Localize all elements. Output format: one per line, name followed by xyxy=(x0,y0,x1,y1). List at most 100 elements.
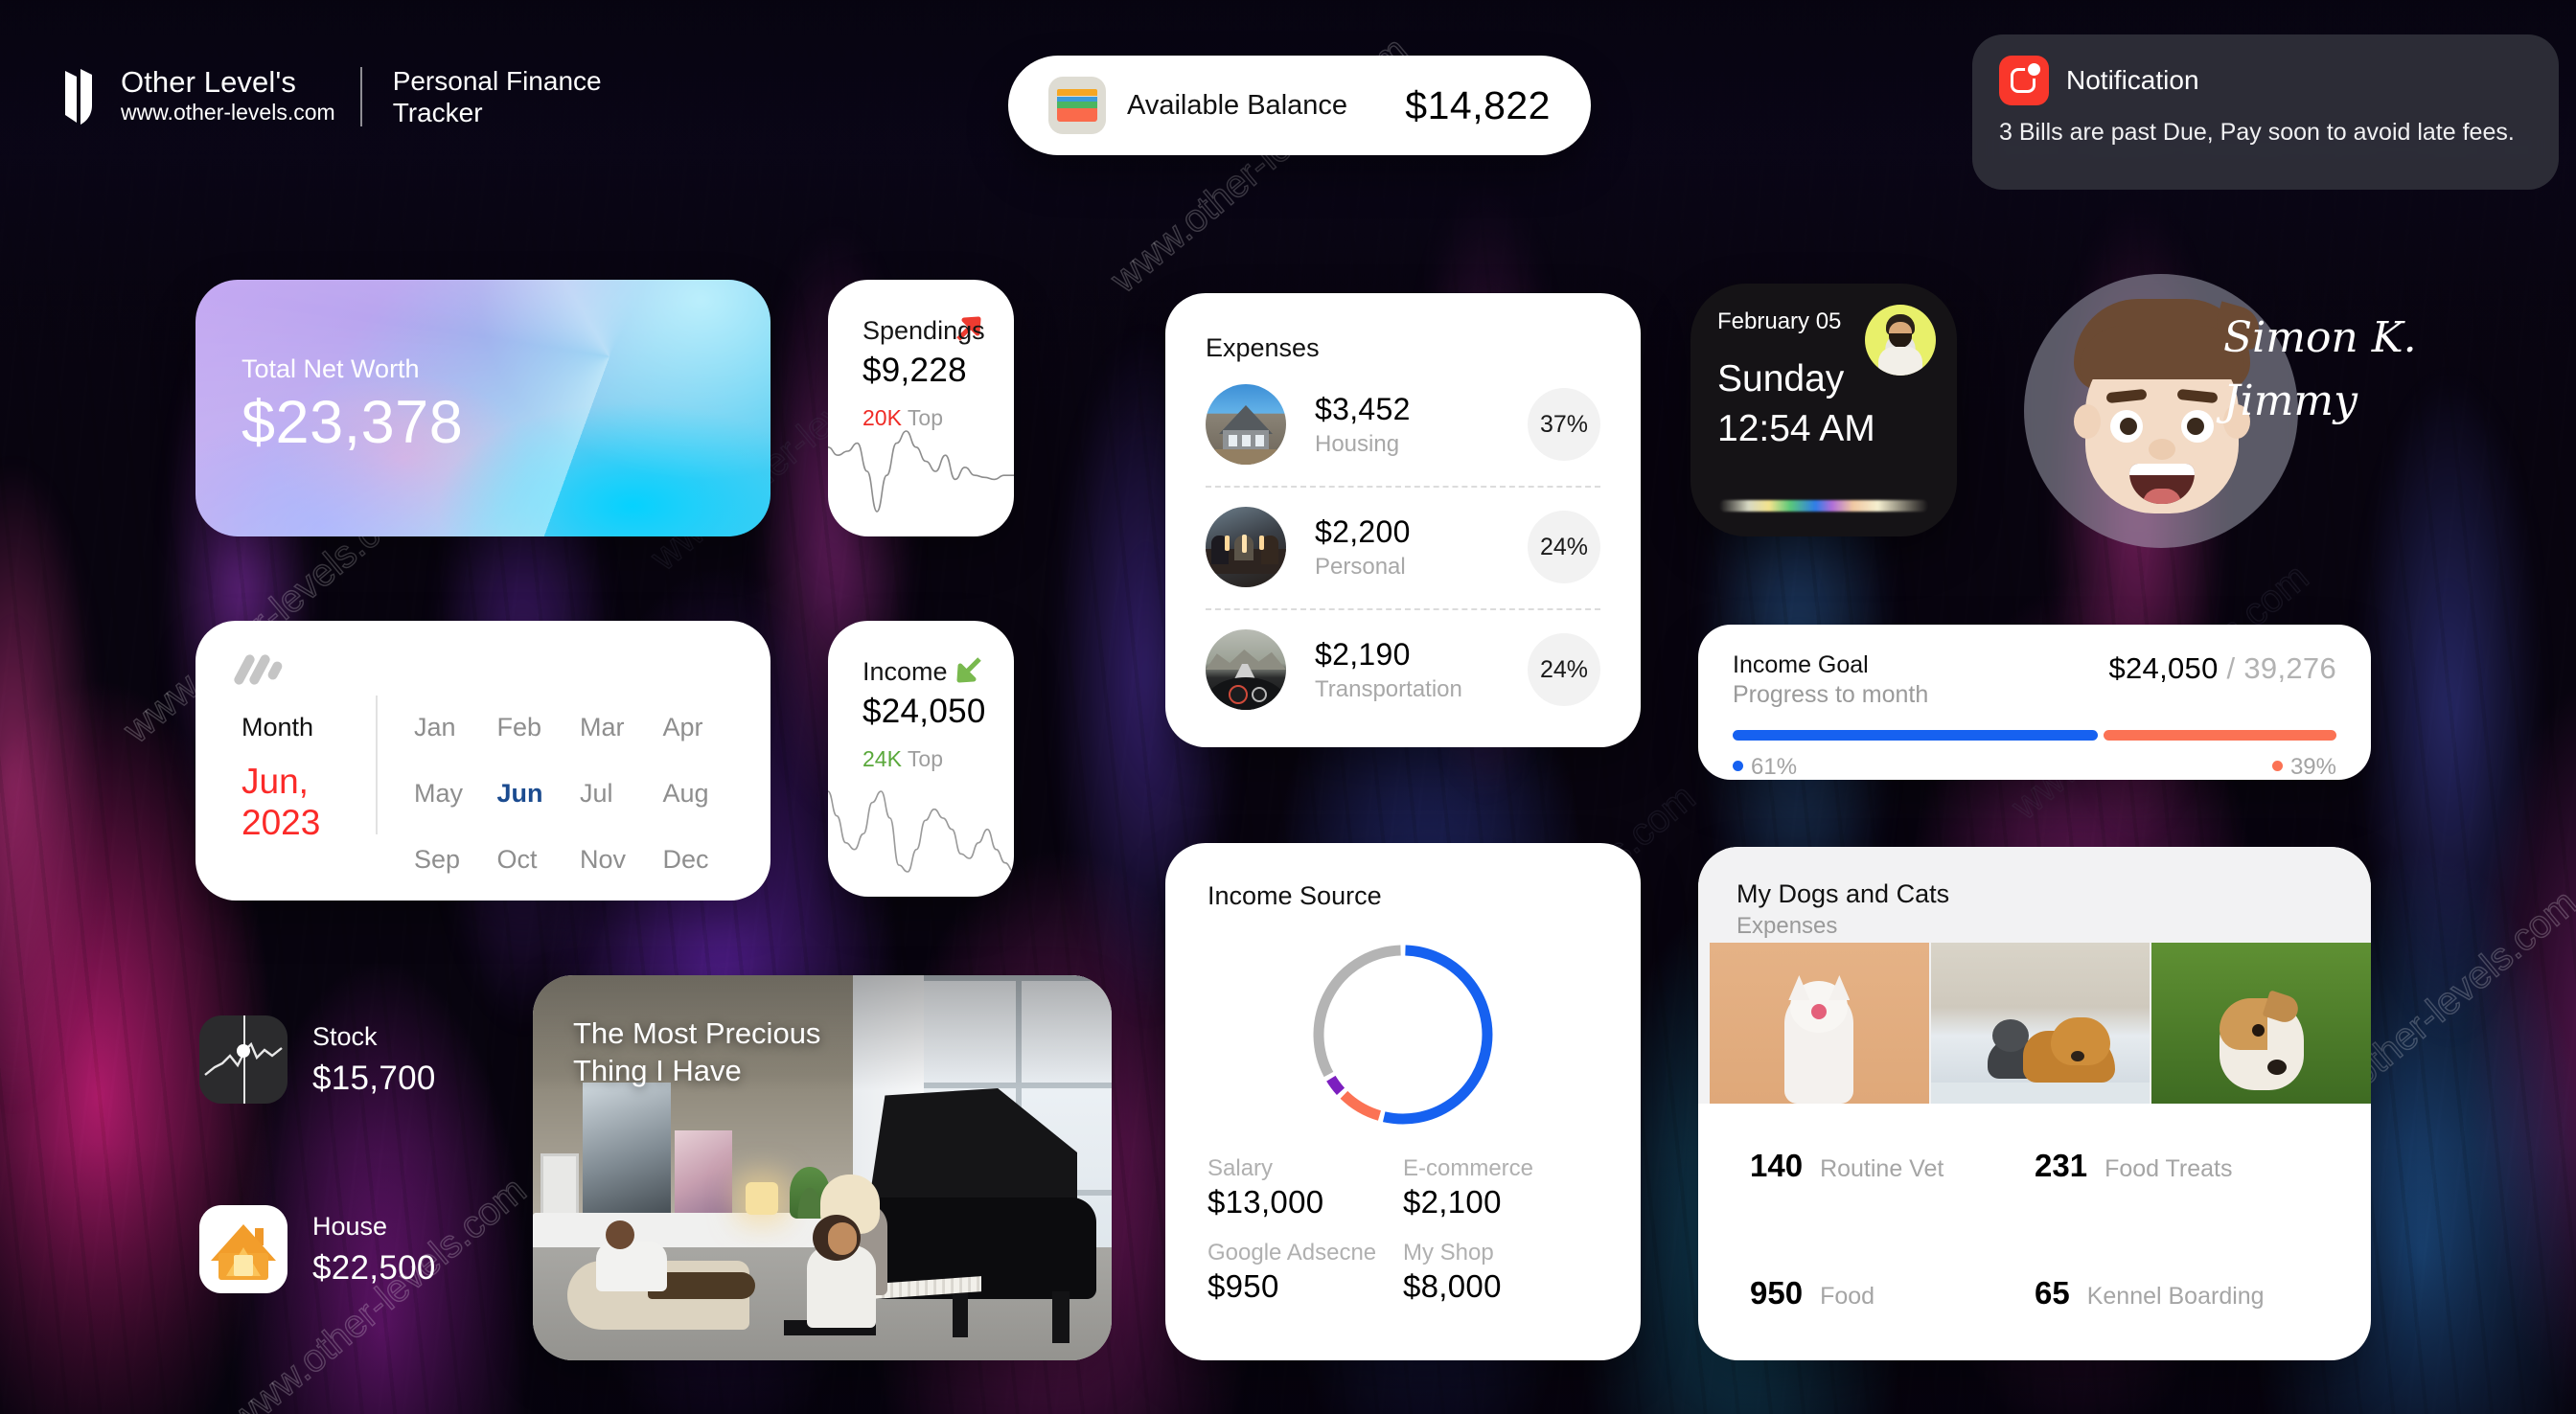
drag-handle-icon[interactable] xyxy=(232,652,286,687)
pet-stat: 140 Routine Vet xyxy=(1750,1148,1944,1183)
expense-percent: 24% xyxy=(1528,511,1600,583)
net-worth-label: Total Net Worth xyxy=(242,354,420,383)
month-option-dec[interactable]: Dec xyxy=(663,845,747,875)
available-balance-widget[interactable]: Available Balance $14,822 xyxy=(1008,56,1591,155)
month-picker-label: Month xyxy=(242,713,314,741)
photo-card-title-line2: Thing I Have xyxy=(573,1053,742,1087)
siri-waveform-icon xyxy=(1719,500,1928,512)
spendings-peak: 20K xyxy=(862,405,902,430)
pets-subtitle: Expenses xyxy=(1736,913,1838,939)
pets-expenses-card[interactable]: My Dogs and Cats Expenses Bella Charlie … xyxy=(1698,847,2371,1360)
asset-value: $15,700 xyxy=(312,1059,436,1097)
profile-name-line2: Jimmy xyxy=(2223,376,2358,425)
income-peak: 24K xyxy=(862,746,902,771)
user-photo-avatar xyxy=(1865,305,1936,376)
expense-percent: 24% xyxy=(1528,633,1600,706)
cat-and-dog-photo xyxy=(1930,943,2150,1104)
donut-segment-my-shop xyxy=(1313,945,1401,1078)
income-source-item: My Shop $8,000 xyxy=(1403,1240,1502,1304)
photo-card-title-line1: The Most Precious xyxy=(573,1016,821,1050)
month-option-nov[interactable]: Nov xyxy=(580,845,663,875)
expense-amount: $2,190 xyxy=(1315,636,1411,672)
spendings-card[interactable]: Spendings $9,228 20K Top xyxy=(828,280,1014,536)
donut-segment-e-commerce xyxy=(1340,1090,1382,1121)
table-row[interactable]: $3,452 Housing 37% xyxy=(1165,363,1641,486)
available-balance-label: Available Balance xyxy=(1127,89,1348,121)
notification-title: Notification xyxy=(2066,65,2199,95)
income-goal-current: $24,050 xyxy=(2108,651,2219,685)
pet-stat: 231 Food Treats xyxy=(2035,1148,2233,1183)
month-picker-card[interactable]: Month Jun, 2023 Jan Feb Mar Apr May Jun Jul Aug… xyxy=(196,621,770,901)
income-goal-subtitle: Progress to month xyxy=(1733,681,1929,708)
watch-time: 12:54 AM xyxy=(1717,408,1875,449)
income-goal-progress-legend: 61% xyxy=(1733,754,1797,780)
stocks-app-icon xyxy=(199,1015,288,1104)
family-photo-card[interactable]: The Most Precious Thing I Have xyxy=(533,975,1112,1360)
income-source-item: Salary $13,000 xyxy=(1208,1155,1324,1220)
spendings-sparkline xyxy=(828,430,1014,513)
notification-bell-icon xyxy=(1999,56,2049,105)
profile-name: Simon K. Jimmy xyxy=(2223,307,2540,433)
income-goal-remaining-legend: 39% xyxy=(2271,754,2336,780)
income-goal-target: 39,276 xyxy=(2243,651,2336,685)
income-goal-progress-bar xyxy=(1733,730,2336,741)
month-option-jun[interactable]: Jun xyxy=(497,779,581,809)
legend-dot-orange xyxy=(2271,761,2283,772)
month-option-may[interactable]: May xyxy=(414,779,497,809)
watch-date: February 05 xyxy=(1717,308,1842,334)
spendings-amount: $9,228 xyxy=(862,352,967,389)
income-title: Income xyxy=(862,657,948,686)
total-net-worth-card[interactable]: Total Net Worth $23,378 xyxy=(196,280,770,536)
net-worth-value: $23,378 xyxy=(242,389,464,456)
month-option-feb[interactable]: Feb xyxy=(497,713,581,742)
expense-amount: $2,200 xyxy=(1315,513,1411,549)
watch-widget[interactable]: February 05 Sunday 12:54 AM xyxy=(1690,284,1957,536)
month-option-jan[interactable]: Jan xyxy=(414,713,497,742)
income-goal-separator: / xyxy=(2218,651,2244,685)
brand-name: Other Level's xyxy=(121,65,296,100)
pets-title: My Dogs and Cats xyxy=(1736,879,1950,908)
selected-month-line2: 2023 xyxy=(242,802,321,842)
income-card[interactable]: Income $24,050 24K Top xyxy=(828,621,1014,897)
other-levels-logo-icon xyxy=(61,67,100,126)
profile-name-line1: Simon K. xyxy=(2223,313,2417,362)
road-photo xyxy=(1206,629,1286,710)
house-photo xyxy=(1206,384,1286,465)
asset-stock[interactable]: Stock $15,700 xyxy=(199,1015,436,1104)
brand-url: www.other-levels.com xyxy=(121,99,335,125)
income-goal-card[interactable]: Income Goal Progress to month $24,050 / … xyxy=(1698,625,2371,780)
pet-stat: 65 Kennel Boarding xyxy=(2035,1275,2265,1311)
expenses-card[interactable]: Expenses $3,452 Housing 37% $2,200 Perso… xyxy=(1165,293,1641,747)
income-source-card[interactable]: Income Source Salary $13,000 E-commerce … xyxy=(1165,843,1641,1360)
income-source-item: Google Adsecne $950 xyxy=(1208,1240,1377,1304)
income-source-item: E-commerce $2,100 xyxy=(1403,1155,1534,1220)
legend-dot-blue xyxy=(1733,761,1743,772)
table-row[interactable]: $2,190 Transportation 24% xyxy=(1165,608,1641,731)
header-divider xyxy=(359,67,362,127)
white-kitten-photo xyxy=(1710,943,1929,1104)
asset-label: Stock xyxy=(312,1021,378,1051)
table-row[interactable]: $2,200 Personal 24% xyxy=(1165,486,1641,608)
asset-house[interactable]: House $22,500 xyxy=(199,1205,436,1293)
brand-header: Other Level's www.other-levels.com Perso… xyxy=(61,65,602,128)
expense-amount: $3,452 xyxy=(1315,391,1411,426)
home-app-icon xyxy=(199,1205,288,1293)
month-grid[interactable]: Jan Feb Mar Apr May Jun Jul Aug Sep Oct Nov Dec xyxy=(378,713,770,875)
donut-segment-salary xyxy=(1382,945,1493,1125)
selected-month-line1: Jun, xyxy=(242,762,309,801)
pet-stat: 950 Food xyxy=(1750,1275,1875,1311)
spendings-peak-suffix: Top xyxy=(907,405,944,430)
month-option-sep[interactable]: Sep xyxy=(414,845,497,875)
spendings-title: Spendings xyxy=(862,316,985,345)
available-balance-value: $14,822 xyxy=(1405,82,1551,127)
watch-day: Sunday xyxy=(1717,358,1845,399)
expense-category: Personal xyxy=(1315,553,1406,580)
notification-panel[interactable]: Notification 3 Bills are past Due, Pay s… xyxy=(1972,34,2559,190)
month-option-oct[interactable]: Oct xyxy=(497,845,581,875)
month-option-apr[interactable]: Apr xyxy=(663,713,747,742)
asset-label: House xyxy=(312,1211,388,1241)
month-option-jul[interactable]: Jul xyxy=(580,779,663,809)
expense-category: Housing xyxy=(1315,430,1400,457)
month-option-mar[interactable]: Mar xyxy=(580,713,663,742)
month-option-aug[interactable]: Aug xyxy=(663,779,747,809)
